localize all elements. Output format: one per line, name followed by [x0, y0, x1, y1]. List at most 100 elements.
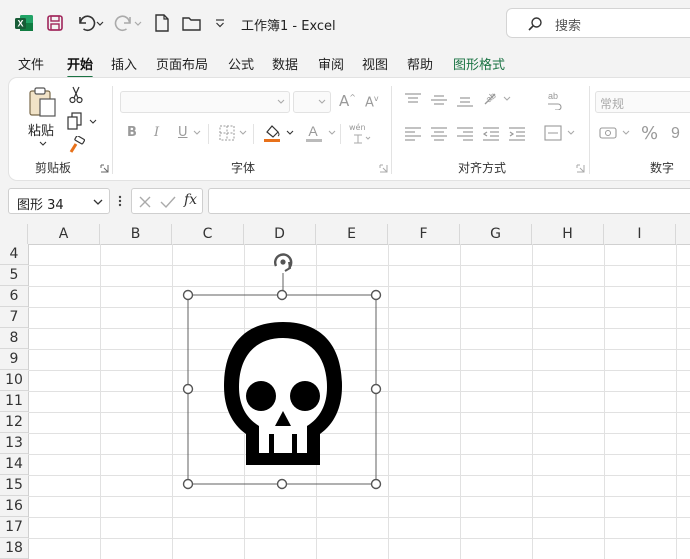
row-header[interactable]: 13 [0, 433, 28, 454]
font-size-dropdown[interactable] [293, 91, 331, 113]
row-header[interactable]: 15 [0, 475, 28, 496]
underline-dropdown-icon[interactable] [193, 130, 201, 136]
open-folder-icon[interactable] [182, 12, 202, 34]
number-format-dropdown[interactable]: 常规 [595, 91, 690, 113]
grid-line [532, 244, 533, 559]
new-file-icon[interactable] [154, 12, 170, 34]
comma-style-icon[interactable]: 9 [669, 124, 685, 142]
accounting-format-icon[interactable] [599, 124, 633, 142]
row-header[interactable]: 8 [0, 328, 28, 349]
column-header-partial[interactable] [676, 224, 690, 244]
row-header[interactable]: 6 [0, 286, 28, 307]
font-color-icon[interactable]: A [305, 123, 339, 143]
row-header[interactable]: 12 [0, 412, 28, 433]
resize-handle-top-right[interactable] [370, 289, 382, 301]
borders-icon[interactable] [219, 124, 249, 142]
more-options-icon[interactable] [117, 194, 123, 208]
row-header[interactable]: 14 [0, 454, 28, 475]
resize-handle-top-left[interactable] [182, 289, 194, 301]
grid-line [28, 538, 690, 539]
resize-handle-bottom[interactable] [276, 478, 288, 490]
formula-buttons: fx [131, 188, 203, 214]
tab-help[interactable]: 帮助 [407, 54, 433, 73]
italic-icon[interactable]: I [154, 125, 159, 140]
orientation-icon[interactable]: ab [482, 90, 514, 108]
tab-file[interactable]: 文件 [18, 54, 44, 73]
paste-label: 粘贴 [28, 124, 55, 139]
search-box[interactable]: 搜索 [506, 8, 690, 38]
column-header[interactable]: G [460, 224, 532, 244]
save-icon[interactable] [46, 12, 64, 34]
resize-handle-right[interactable] [370, 383, 382, 395]
insert-function-button[interactable]: fx [184, 192, 197, 208]
row-header[interactable]: 18 [0, 538, 28, 559]
increase-font-icon[interactable]: A^ [339, 92, 356, 110]
font-launcher-icon[interactable] [379, 164, 388, 173]
resize-handle-bottom-right[interactable] [370, 478, 382, 490]
increase-indent-icon[interactable] [508, 126, 526, 142]
underline-icon[interactable]: U [178, 125, 188, 140]
tab-shape-format[interactable]: 图形格式 [453, 54, 505, 73]
resize-handle-top[interactable] [276, 289, 288, 301]
redo-icon[interactable] [114, 12, 142, 34]
column-header[interactable]: H [532, 224, 604, 244]
column-header[interactable]: D [244, 224, 316, 244]
row-header[interactable]: 16 [0, 496, 28, 517]
align-top-icon[interactable] [404, 92, 422, 108]
fill-color-icon[interactable] [263, 123, 297, 143]
tab-formulas[interactable]: 公式 [228, 54, 254, 73]
align-center-icon[interactable] [430, 126, 448, 142]
column-header[interactable]: C [172, 224, 244, 244]
select-all-corner[interactable] [0, 224, 28, 244]
column-header[interactable]: I [604, 224, 676, 244]
enter-icon[interactable] [160, 195, 176, 209]
row-header[interactable]: 7 [0, 307, 28, 328]
decrease-font-icon[interactable]: Av [365, 94, 379, 110]
merge-center-icon[interactable] [544, 124, 578, 142]
align-right-icon[interactable] [456, 126, 474, 142]
row-header[interactable]: 11 [0, 391, 28, 412]
undo-icon[interactable] [76, 12, 104, 34]
wrap-text-icon[interactable]: ab [546, 90, 564, 110]
row-header[interactable]: 5 [0, 265, 28, 286]
copy-icon[interactable] [67, 112, 97, 130]
format-painter-icon[interactable] [69, 136, 85, 154]
align-bottom-icon[interactable] [456, 92, 474, 108]
name-box-dropdown-icon[interactable] [93, 199, 103, 206]
tab-data[interactable]: 数据 [272, 54, 298, 73]
customize-quick-access-icon[interactable] [214, 12, 226, 34]
clipboard-launcher-icon[interactable] [100, 164, 109, 173]
column-header[interactable]: E [316, 224, 388, 244]
tab-page-layout[interactable]: 页面布局 [156, 54, 208, 73]
bold-icon[interactable]: B [127, 125, 137, 140]
rotate-handle-icon[interactable] [274, 253, 293, 272]
align-left-icon[interactable] [404, 126, 422, 142]
cut-icon[interactable] [69, 86, 83, 104]
tab-view[interactable]: 视图 [362, 54, 388, 73]
cancel-icon[interactable] [138, 195, 152, 209]
decrease-indent-icon[interactable] [482, 126, 500, 142]
worksheet-grid[interactable]: A B C D E F G H I 4 5 6 7 8 9 10 11 12 1… [0, 224, 690, 559]
selected-graphic[interactable] [180, 248, 390, 498]
tab-insert[interactable]: 插入 [111, 54, 137, 73]
alignment-launcher-icon[interactable] [576, 164, 585, 173]
name-box[interactable]: 图形 34 [8, 188, 110, 214]
tab-home[interactable]: 开始 [67, 54, 94, 79]
phonetic-guide-button[interactable]: wén [349, 123, 373, 145]
formula-input[interactable] [208, 188, 690, 214]
row-header[interactable]: 17 [0, 517, 28, 538]
paste-button[interactable]: 粘贴 [27, 86, 59, 146]
font-name-dropdown[interactable] [120, 91, 290, 113]
resize-handle-bottom-left[interactable] [182, 478, 194, 490]
paste-dropdown-icon[interactable] [39, 141, 47, 147]
resize-handle-left[interactable] [182, 383, 194, 395]
row-header[interactable]: 9 [0, 349, 28, 370]
column-header[interactable]: B [100, 224, 172, 244]
tab-review[interactable]: 审阅 [318, 54, 344, 73]
row-header[interactable]: 4 [0, 244, 28, 265]
column-header[interactable]: F [388, 224, 460, 244]
percent-style-icon[interactable]: % [641, 123, 658, 144]
align-middle-icon[interactable] [430, 92, 448, 108]
row-header[interactable]: 10 [0, 370, 28, 391]
column-header[interactable]: A [28, 224, 100, 244]
